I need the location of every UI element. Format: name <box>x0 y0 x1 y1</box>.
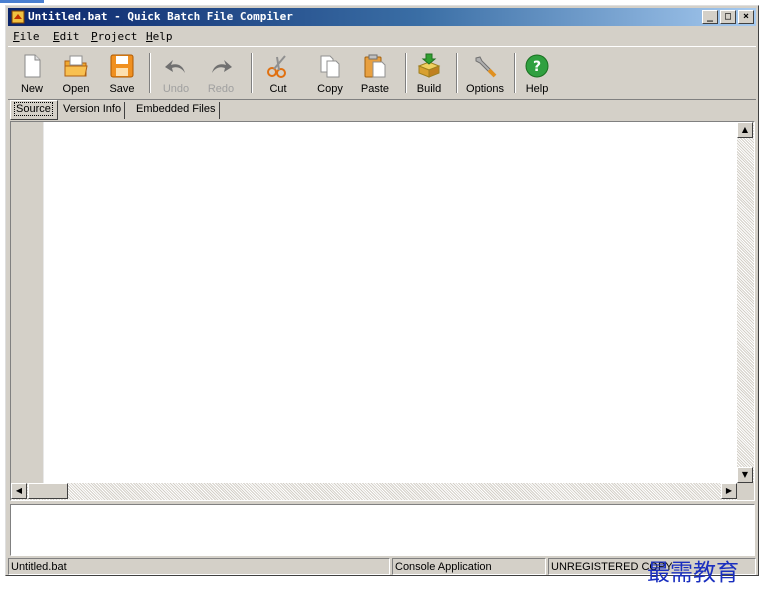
save-disk-icon <box>110 54 134 78</box>
output-panel[interactable] <box>10 504 755 556</box>
help-label: Help <box>525 83 549 95</box>
tab-version-info[interactable]: Version Info <box>60 102 126 119</box>
scroll-down-button[interactable]: ▼ <box>737 467 753 483</box>
redo-arrow-icon <box>212 60 232 73</box>
menu-file[interactable]: File <box>13 30 40 43</box>
save-label: Save <box>109 83 135 95</box>
paste-button[interactable]: Paste <box>354 49 396 97</box>
redo-label: Redo <box>207 83 235 95</box>
toolbar-separator <box>149 53 151 93</box>
toolbar-separator <box>456 53 458 93</box>
menu-edit[interactable]: Edit <box>53 30 80 43</box>
undo-button[interactable]: Undo <box>156 49 196 97</box>
undo-arrow-icon <box>165 60 185 73</box>
new-label: New <box>20 83 43 95</box>
cut-button[interactable]: Cut <box>260 49 296 97</box>
status-app-type: Console Application <box>392 558 546 575</box>
paste-clipboard-icon <box>364 54 386 78</box>
menu-project-mnemonic: P <box>91 30 98 43</box>
scissors-icon <box>267 55 286 78</box>
scroll-left-button[interactable]: ◀ <box>11 483 27 499</box>
copy-pages-icon <box>320 55 340 78</box>
tab-version-info-label: Version Info <box>63 103 122 115</box>
close-button[interactable]: × <box>738 10 754 24</box>
line-gutter <box>11 122 44 483</box>
window-title: Untitled.bat - Quick Batch File Compiler <box>28 10 293 23</box>
help-button[interactable]: ? Help <box>520 49 554 97</box>
redo-button[interactable]: Redo <box>201 49 241 97</box>
copy-button[interactable]: Copy <box>310 49 350 97</box>
tab-source[interactable]: Source <box>10 100 58 120</box>
open-label: Open <box>62 83 90 95</box>
menu-file-label: ile <box>19 30 40 43</box>
paste-label: Paste <box>360 83 390 95</box>
undo-label: Undo <box>162 83 190 95</box>
copy-label: Copy <box>317 83 343 95</box>
build-button[interactable]: Build <box>410 49 448 97</box>
vertical-scrollbar[interactable]: ▲ ▼ <box>737 122 754 483</box>
menu-file-mnemonic: F <box>13 30 20 43</box>
tab-embedded-files[interactable]: Embedded Files <box>133 102 220 119</box>
minimize-button[interactable]: _ <box>702 10 718 24</box>
open-folder-icon <box>64 55 88 77</box>
toolbar: New Open Save Undo Redo Cut Copy Paste B… <box>8 46 756 100</box>
menu-edit-label: dit <box>59 30 80 43</box>
watermark-text: 最需教育 <box>647 560 739 586</box>
new-button[interactable]: New <box>12 49 52 97</box>
menu-bar: File Edit Project Help <box>8 27 756 45</box>
status-file-name: Untitled.bat <box>8 558 390 575</box>
menu-edit-mnemonic: E <box>53 30 60 43</box>
svg-text:?: ? <box>533 59 541 75</box>
horizontal-scrollbar[interactable]: ◀ ▶ <box>11 483 737 500</box>
open-button[interactable]: Open <box>56 49 96 97</box>
build-box-icon <box>417 53 441 78</box>
scroll-right-button[interactable]: ▶ <box>721 483 737 499</box>
wrench-icon <box>475 56 497 78</box>
maximize-button[interactable]: □ <box>720 10 736 24</box>
help-question-icon: ? <box>525 54 549 78</box>
build-label: Build <box>416 83 442 95</box>
cut-label: Cut <box>269 83 287 95</box>
scroll-up-button[interactable]: ▲ <box>737 122 753 138</box>
scroll-corner <box>737 483 754 500</box>
title-bar[interactable]: Untitled.bat - Quick Batch File Compiler… <box>8 8 756 26</box>
toolbar-separator <box>251 53 253 93</box>
main-window: Untitled.bat - Quick Batch File Compiler… <box>5 5 759 576</box>
new-file-icon <box>24 54 41 78</box>
menu-help[interactable]: Help <box>146 30 173 43</box>
options-button[interactable]: Options <box>461 49 509 97</box>
toolbar-separator <box>405 53 407 93</box>
options-label: Options <box>466 83 504 95</box>
app-icon[interactable] <box>11 10 25 24</box>
tab-embedded-files-label: Embedded Files <box>136 103 216 115</box>
status-bar: Untitled.bat Console Application UNREGIS… <box>8 558 756 575</box>
toolbar-separator <box>514 53 516 93</box>
menu-help-mnemonic: H <box>146 30 153 43</box>
menu-help-label: elp <box>152 30 173 43</box>
horizontal-scroll-thumb[interactable] <box>28 483 68 499</box>
save-button[interactable]: Save <box>104 49 140 97</box>
menu-project-label: roject <box>97 30 138 43</box>
top-edge-strip <box>0 0 44 3</box>
menu-project[interactable]: Project <box>91 30 137 43</box>
source-editor[interactable]: ▲ ▼ ◀ ▶ <box>10 121 755 501</box>
tab-source-label: Source <box>14 102 53 116</box>
